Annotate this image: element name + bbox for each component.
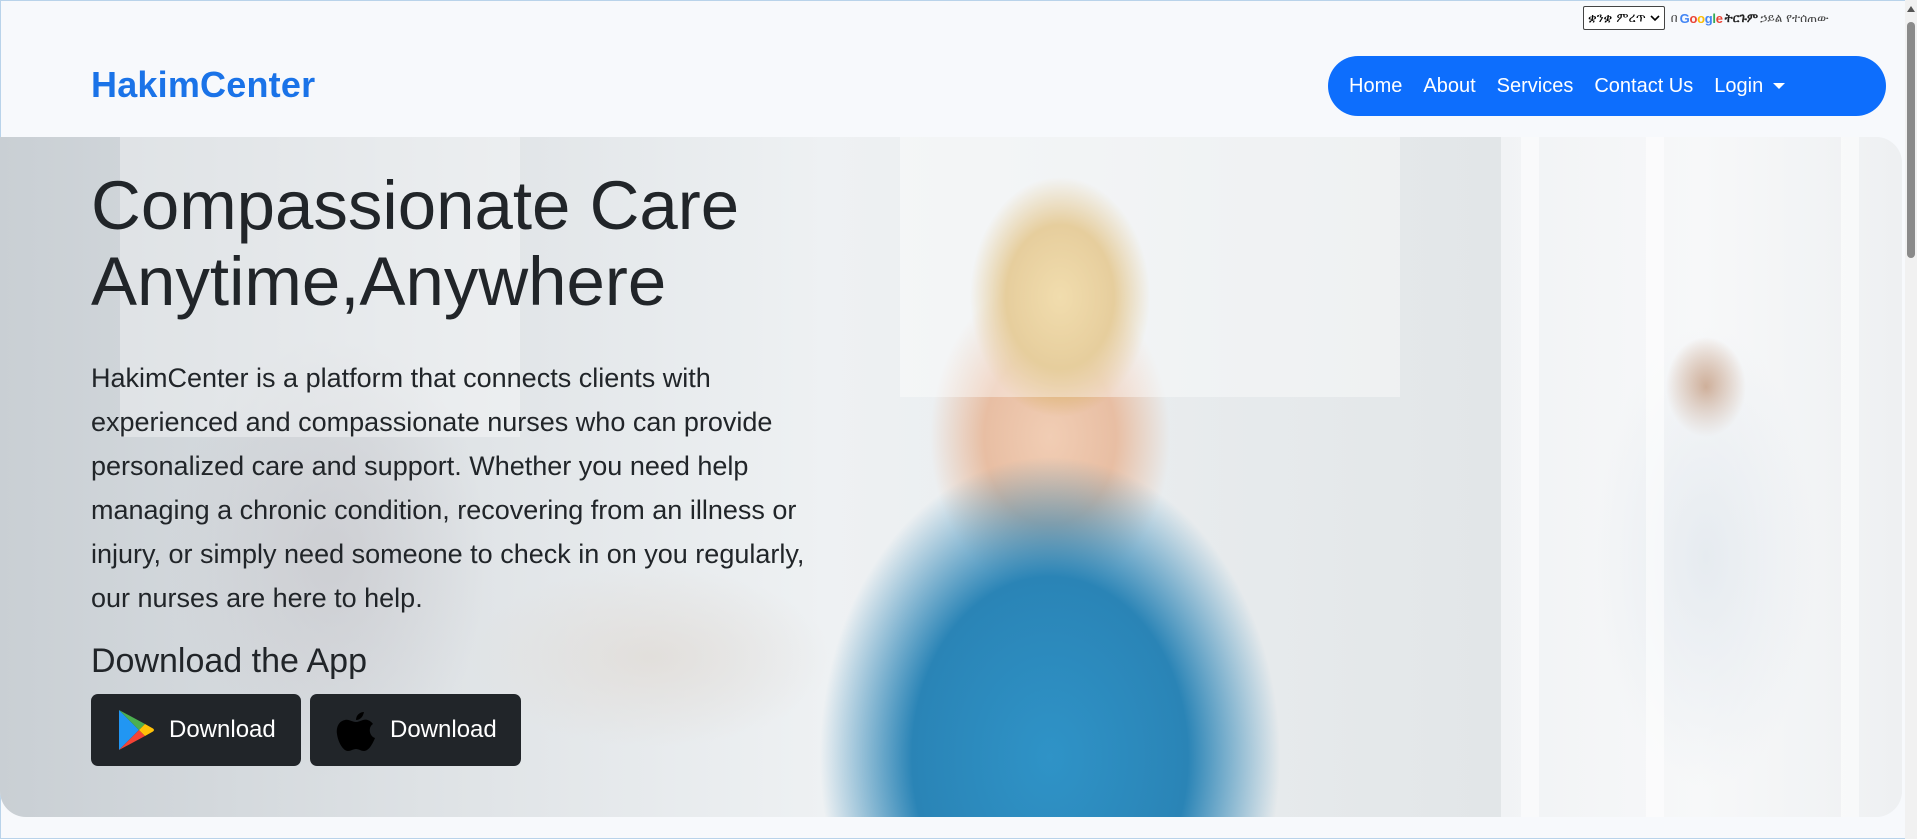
language-select[interactable]: ቋንቋ ምረጥ xyxy=(1583,6,1665,30)
hero-title: Compassionate Care Anytime,Anywhere xyxy=(91,168,831,320)
main-nav: Home About Services Contact Us Login xyxy=(1328,56,1886,116)
translate-word[interactable]: ትርጉም xyxy=(1725,11,1758,26)
nav-services[interactable]: Services xyxy=(1497,75,1574,98)
nav-contact[interactable]: Contact Us xyxy=(1594,75,1693,98)
background-window xyxy=(900,137,1400,397)
nav-home[interactable]: Home xyxy=(1349,75,1402,98)
background-column xyxy=(1841,137,1859,817)
brand-logo[interactable]: HakimCenter xyxy=(91,64,315,106)
powered-suffix: ኃይል የተሰጠው xyxy=(1760,10,1829,25)
google-play-label: Download xyxy=(169,716,276,743)
hero-description: HakimCenter is a platform that connects … xyxy=(91,363,805,613)
background-column xyxy=(1521,137,1539,817)
page-scrollbar[interactable] xyxy=(1905,0,1917,839)
app-store-download-button[interactable]: Download xyxy=(310,694,521,766)
google-translate-widget: ቋንቋ ምረጥ በ Google ትርጉም ኃይል የተሰጠው xyxy=(1583,6,1829,30)
nav-about[interactable]: About xyxy=(1423,75,1475,98)
language-select-label: ቋንቋ ምረጥ xyxy=(1588,10,1646,26)
google-letter: o xyxy=(1689,10,1698,26)
hero-section: Compassionate Care Anytime,Anywhere Haki… xyxy=(0,137,1902,817)
scroll-up-arrow-icon[interactable] xyxy=(1907,6,1915,12)
google-letter: e xyxy=(1715,10,1723,26)
background-column xyxy=(1646,137,1664,817)
hero-content: Compassionate Care Anytime,Anywhere Haki… xyxy=(91,137,831,766)
caret-down-icon xyxy=(1773,83,1786,90)
nav-login-label: Login xyxy=(1714,74,1764,97)
scrollbar-thumb[interactable] xyxy=(1907,22,1915,258)
hero-doctor-image xyxy=(1501,137,1902,817)
google-play-icon xyxy=(119,710,154,750)
google-letter: G xyxy=(1679,10,1690,26)
powered-by-google: በ Google ትርጉም ኃይል የተሰጠው xyxy=(1671,11,1829,26)
google-logo[interactable]: Google xyxy=(1680,11,1723,26)
hero-title-line2: Anytime,Anywhere xyxy=(91,243,667,320)
download-buttons: Download Download xyxy=(91,694,831,766)
chevron-down-icon xyxy=(1650,15,1660,22)
google-play-download-button[interactable]: Download xyxy=(91,694,301,766)
google-letter: o xyxy=(1697,10,1705,26)
download-heading: Download the App xyxy=(91,642,367,680)
nav-login-dropdown[interactable]: Login xyxy=(1714,74,1786,98)
app-store-label: Download xyxy=(390,716,497,743)
powered-prefix: በ xyxy=(1670,10,1678,25)
apple-icon xyxy=(336,712,375,751)
hero-title-line1: Compassionate Care xyxy=(91,167,740,244)
